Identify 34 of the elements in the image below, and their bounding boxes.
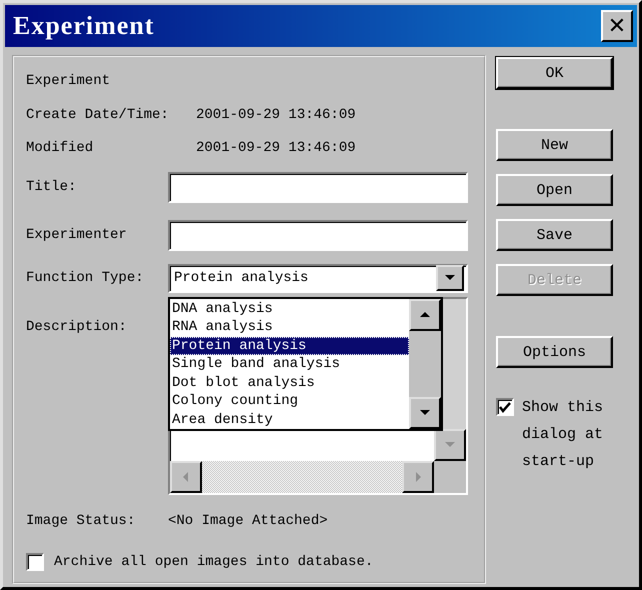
field-label: Image Status:: [26, 513, 136, 529]
description-field[interactable]: DNA analysis RNA analysis Protein analysis Single band analysis Dot blot analysis Colony counting Area density: [168, 297, 468, 495]
field-label: Experimenter: [26, 227, 128, 243]
dropdown-option[interactable]: DNA analysis: [170, 300, 409, 318]
field-label: Experiment: [26, 73, 112, 89]
dialog-button[interactable]: Options: [496, 336, 613, 368]
field-value: 2001-09-29 13:46:09: [196, 107, 356, 123]
field-label: Create Date/Time:: [26, 107, 170, 123]
field-value: <No Image Attached>: [168, 513, 328, 529]
function-type-dropdown[interactable]: Protein analysis: [168, 264, 468, 292]
close-button[interactable]: ✕: [601, 10, 633, 42]
window-title: Experiment: [13, 11, 154, 41]
field-label: Title:: [26, 179, 78, 195]
field-label: Function Type:: [26, 270, 145, 286]
field-label: Description:: [26, 318, 128, 337]
checkbox[interactable]: [26, 553, 44, 571]
dialog-button[interactable]: Open: [496, 174, 613, 206]
dropdown-option[interactable]: Protein analysis: [170, 336, 409, 356]
field-label: Modified: [26, 140, 94, 156]
dialog-button[interactable]: New: [496, 129, 613, 161]
field-value: 2001-09-29 13:46:09: [196, 140, 356, 156]
checkbox-label: Archive all open images into database.: [54, 554, 374, 570]
text-field[interactable]: [168, 172, 468, 202]
checkbox-label: Show this dialog at start-up: [522, 398, 604, 472]
dialog-button[interactable]: Save: [496, 219, 613, 251]
dropdown-option[interactable]: Single band analysis: [170, 355, 409, 374]
dialog-button[interactable]: OK: [496, 57, 613, 89]
text-field[interactable]: [168, 220, 468, 250]
dropdown-option[interactable]: Colony counting: [170, 392, 409, 411]
checkbox[interactable]: [496, 398, 514, 416]
dropdown-option[interactable]: RNA analysis: [170, 318, 409, 337]
scrollbar-corner: [434, 461, 466, 493]
dropdown-option[interactable]: Dot blot analysis: [170, 374, 409, 392]
dropdown-option[interactable]: Area density: [170, 410, 409, 429]
